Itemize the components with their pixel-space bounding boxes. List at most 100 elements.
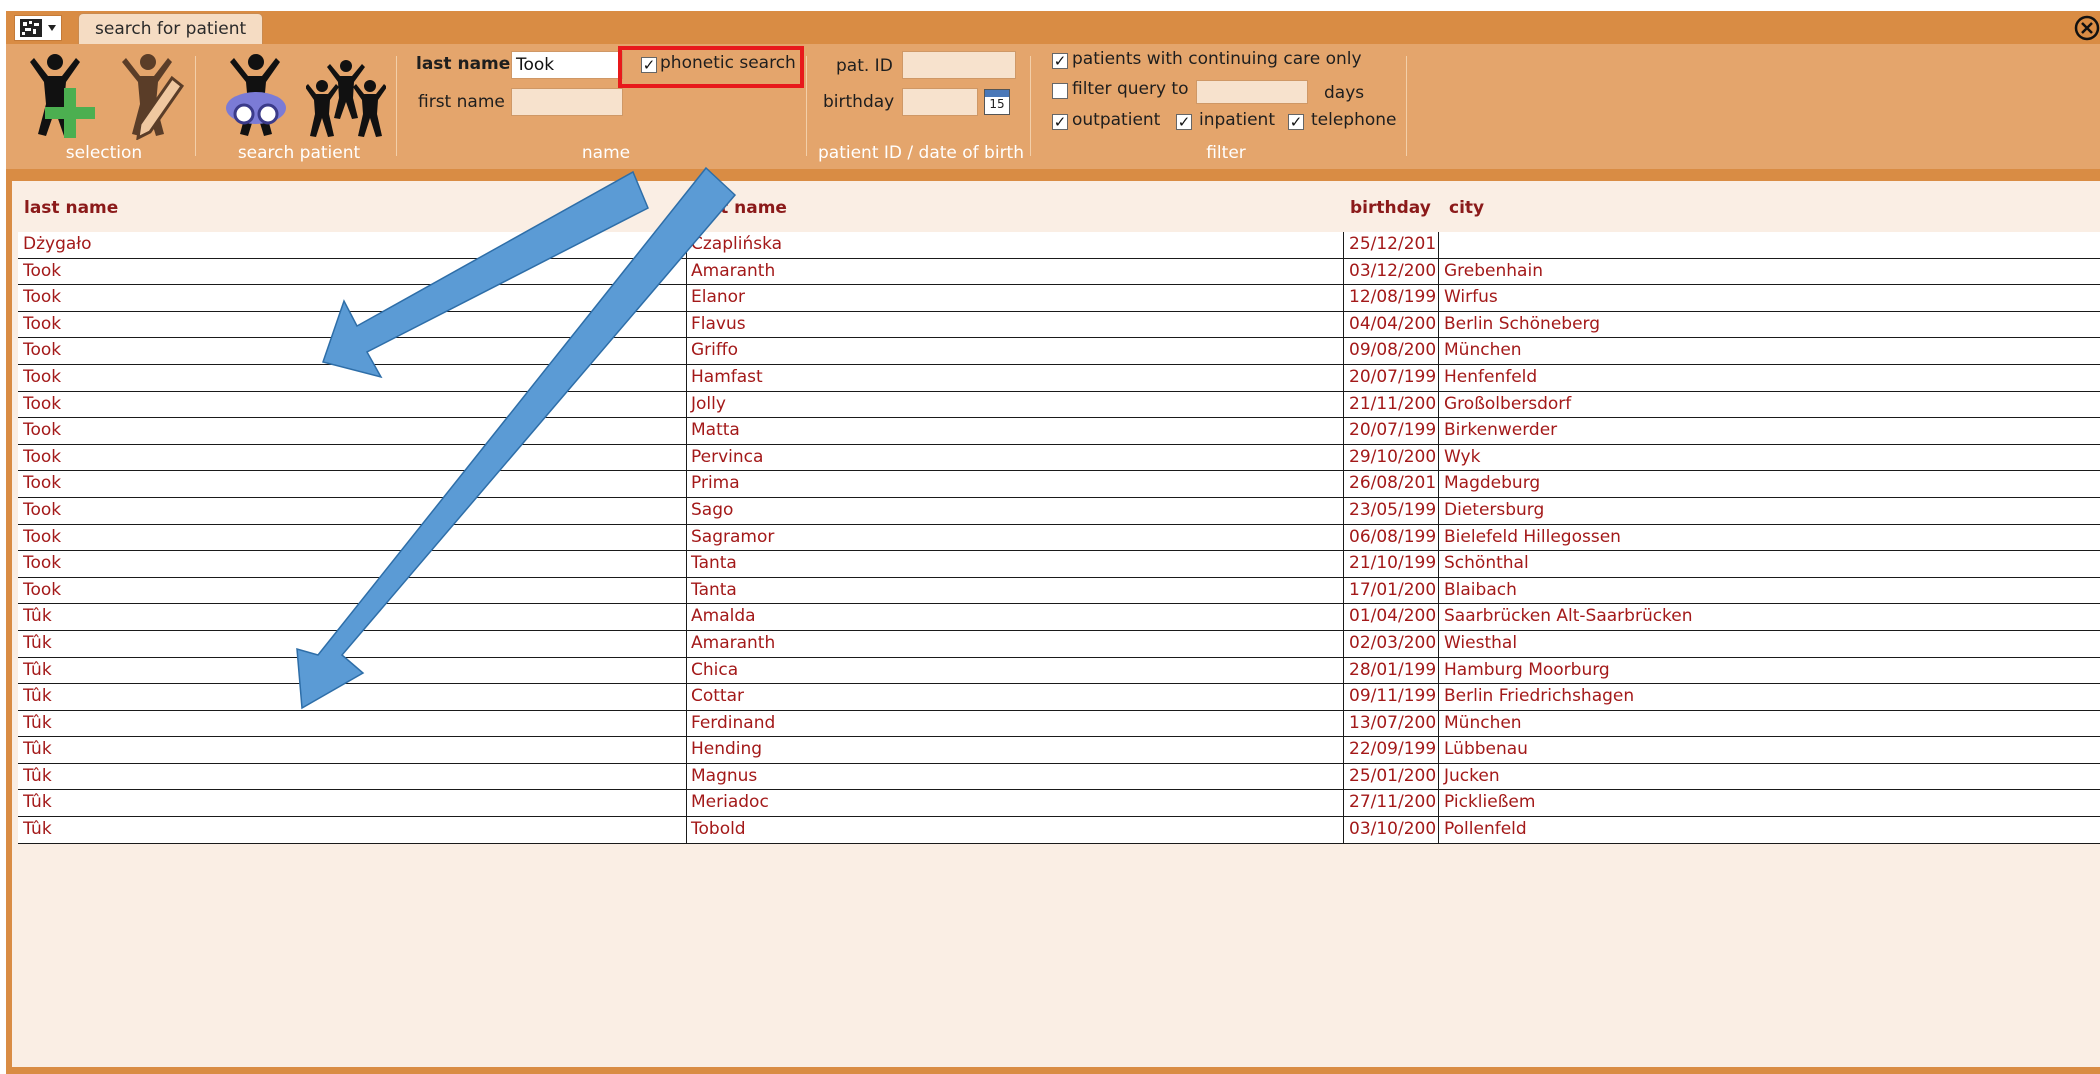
cell-city: Henfenfeld	[1438, 364, 2098, 391]
cell-city: Lübbenau	[1438, 737, 2098, 763]
table-row[interactable]: Tûk Meriadoc27/11/2004Pickließem	[18, 790, 2100, 818]
tab-bar: search for patient	[6, 11, 2100, 44]
table-row[interactable]: Took Tanta21/10/1999Schönthal	[18, 551, 2100, 578]
table-row[interactable]: Tûk Cottar09/11/1990Berlin Friedrichshage…	[18, 684, 2100, 711]
filter-query-unit: days	[1324, 83, 1365, 103]
table-row[interactable]: Tûk Amalda01/04/2007Saarbrücken Alt-Saarb…	[18, 604, 2100, 631]
table-row[interactable]: Tûk Amaranth02/03/2008Wiesthal	[18, 630, 2100, 658]
cell-last-name: Tûk	[23, 819, 52, 840]
cell-last-name: Tûk	[23, 686, 52, 707]
phonetic-search-checkbox[interactable]: ✓	[641, 57, 657, 73]
calendar-day: 15	[989, 97, 1005, 111]
continuing-care-label: patients with continuing care only	[1072, 49, 1362, 69]
first-name-input[interactable]	[511, 88, 623, 116]
table-row[interactable]: Took Matta20/07/1999Birkenwerder	[18, 418, 2100, 445]
cell-last-name: Took	[23, 340, 62, 361]
ribbon-toolbar: selection search patient last name Took	[6, 44, 2100, 169]
cell-last-name: Tûk	[23, 765, 52, 786]
cell-city: Blaibach	[1438, 577, 2098, 604]
cell-city: Magdeburg	[1438, 471, 2098, 497]
tab-search-for-patient[interactable]: search for patient	[78, 13, 264, 44]
group-separator	[1030, 56, 1031, 156]
cell-last-name: Took	[23, 446, 62, 467]
cell-city: Bielefeld Hillegossen	[1438, 524, 2098, 551]
group-separator	[806, 56, 807, 156]
table-row[interactable]: Took Sagramor06/08/1993Bielefeld Hillegos…	[18, 524, 2100, 552]
table-row[interactable]: Tûk Tobold03/10/2008Pollenfeld	[18, 817, 2100, 844]
cell-birthday: 20/07/1996	[1343, 364, 1437, 391]
continuing-care-checkbox[interactable]: ✓	[1052, 53, 1068, 69]
cell-first-name: Matta	[686, 418, 1337, 444]
filter-query-checkbox[interactable]	[1052, 83, 1068, 99]
table-row[interactable]: Tûk Hending22/09/1998Lübbenau	[18, 737, 2100, 764]
group-patients-icon[interactable]	[306, 58, 386, 140]
birthday-input[interactable]	[902, 88, 978, 116]
outpatient-checkbox[interactable]: ✓	[1052, 114, 1068, 130]
column-header-birthday[interactable]: birthday	[1350, 198, 1431, 218]
app-window: search for patient selection search pati…	[0, 0, 2100, 1074]
table-row[interactable]: Took Flavus04/04/2005Berlin Schöneberg	[18, 311, 2100, 339]
column-header-last-name[interactable]: last name	[24, 198, 118, 218]
first-name-label: first name	[418, 92, 505, 112]
group-label-filter: filter	[1206, 143, 1246, 163]
last-name-label: last name	[416, 54, 511, 74]
cell-first-name: Sago	[686, 497, 1337, 524]
cell-birthday: 17/01/2000	[1343, 577, 1437, 604]
cell-birthday: 26/08/2010	[1343, 471, 1437, 497]
chevron-down-icon	[48, 25, 56, 31]
table-row[interactable]: Took Pervinca29/10/2003Wyk	[18, 444, 2100, 472]
cell-city: Saarbrücken Alt-Saarbrücken	[1438, 604, 2098, 630]
binoculars-patient-icon[interactable]	[218, 52, 298, 142]
column-header-city[interactable]: city	[1449, 198, 1484, 218]
group-label-selection: selection	[65, 143, 143, 163]
app-menu-button[interactable]	[14, 15, 62, 41]
add-patient-icon[interactable]	[18, 52, 104, 140]
cell-birthday: 01/04/2007	[1343, 604, 1437, 630]
cell-first-name: Flavus	[686, 311, 1337, 338]
cell-birthday: 04/04/2005	[1343, 311, 1437, 338]
edit-patient-icon[interactable]	[110, 52, 188, 140]
cell-city: Wirfus	[1438, 285, 2098, 311]
cell-first-name: Hending	[686, 737, 1337, 763]
last-name-input[interactable]: Took	[511, 51, 623, 79]
cell-last-name: Took	[23, 260, 62, 281]
group-separator	[396, 56, 397, 156]
close-circle-icon[interactable]	[2074, 15, 2100, 41]
cell-last-name: Took	[23, 579, 62, 600]
cell-city: Dietersburg	[1438, 497, 2098, 524]
table-row[interactable]: Took Griffo09/08/2000München	[18, 338, 2100, 365]
group-label-name: name	[581, 143, 631, 163]
inpatient-label: inpatient	[1199, 110, 1275, 130]
window-bottom-border	[6, 1067, 2100, 1074]
table-row[interactable]: Took Amaranth03/12/2004Grebenhain	[18, 258, 2100, 286]
table-row[interactable]: Took Prima26/08/2010Magdeburg	[18, 471, 2100, 498]
cell-birthday: 02/03/2008	[1343, 630, 1437, 657]
table-row[interactable]: Tûk Magnus25/01/2005Jucken	[18, 763, 2100, 791]
cell-city: Grebenhain	[1438, 258, 2098, 285]
pat-id-input[interactable]	[902, 51, 1016, 79]
telephone-checkbox[interactable]: ✓	[1288, 114, 1304, 130]
cell-last-name: Tûk	[23, 792, 52, 813]
table-row[interactable]: Dżygało Czaplińska25/12/2017	[18, 232, 2100, 259]
cell-last-name: Dżygało	[23, 234, 92, 254]
outpatient-label: outpatient	[1072, 110, 1161, 130]
app-menu-icon	[20, 19, 42, 37]
filter-query-days-input[interactable]	[1196, 80, 1308, 104]
cell-birthday: 22/09/1998	[1343, 737, 1437, 763]
column-header-first-name[interactable]: first name	[689, 198, 787, 218]
table-row[interactable]: Took Sago23/05/1998Dietersburg	[18, 497, 2100, 525]
table-row[interactable]: Took Hamfast20/07/1996Henfenfeld	[18, 364, 2100, 392]
table-row[interactable]: Took Elanor12/08/1994Wirfus	[18, 285, 2100, 312]
inpatient-checkbox[interactable]: ✓	[1176, 114, 1192, 130]
calendar-icon[interactable]: 15	[984, 89, 1010, 115]
table-row[interactable]: Tûk Ferdinand13/07/2001München	[18, 710, 2100, 738]
cell-city: München	[1438, 338, 2098, 364]
cell-first-name: Tobold	[686, 817, 1337, 843]
cell-birthday: 28/01/1999	[1343, 657, 1437, 684]
cell-birthday: 03/12/2004	[1343, 258, 1437, 285]
cell-last-name: Took	[23, 366, 62, 387]
table-row[interactable]: Took Tanta17/01/2000Blaibach	[18, 577, 2100, 605]
table-row[interactable]: Took Jolly21/11/2008Großolbersdorf	[18, 391, 2100, 419]
table-row[interactable]: Tûk Chica28/01/1999Hamburg Moorburg	[18, 657, 2100, 685]
cell-birthday: 03/10/2008	[1343, 817, 1437, 843]
